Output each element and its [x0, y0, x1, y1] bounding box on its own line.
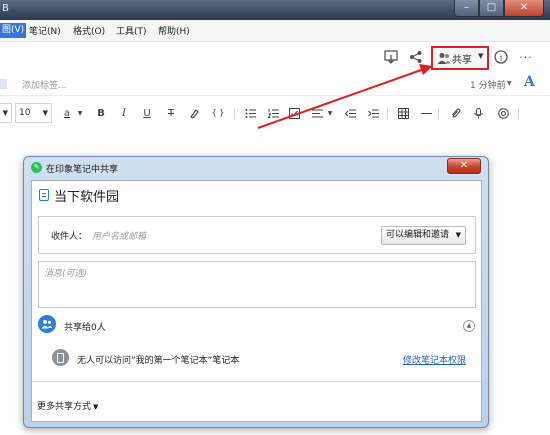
present-icon[interactable]	[383, 50, 399, 66]
notebook-tag-stub[interactable]	[0, 79, 7, 89]
notebook-access-note: 无人可以访问“我的第一个笔记本”笔记本	[77, 356, 240, 366]
code-button[interactable]: { }	[209, 108, 227, 117]
toolbar-divider	[438, 108, 439, 120]
toolbar-divider	[387, 108, 388, 120]
table-icon[interactable]	[396, 108, 410, 122]
message-placeholder: 消息(可选)	[44, 269, 88, 279]
underline-button[interactable]: U	[140, 108, 154, 119]
share-network-icon[interactable]	[408, 50, 424, 66]
font-family-select[interactable]: ▼	[0, 103, 12, 123]
note-toolbar: 共享 ▼ i ···	[0, 42, 550, 72]
permission-value: 可以编辑和邀请	[386, 230, 450, 240]
minimize-button[interactable]: –	[454, 0, 479, 17]
note-icon	[39, 189, 49, 201]
recipient-label: 收件人：	[51, 232, 88, 242]
users-icon	[437, 51, 451, 65]
shared-users-icon	[38, 315, 56, 333]
chevron-down-icon: ▼	[93, 403, 99, 411]
change-notebook-permissions-link[interactable]: 修改笔记本权限	[403, 353, 466, 366]
dialog-title: 在印象笔记中共享	[46, 165, 119, 175]
chevron-down-icon: ▼	[2, 109, 8, 117]
toolbar-divider	[518, 108, 519, 120]
menu-bar: 图(V) 笔记(N) 格式(O) 工具(T) 帮助(H)	[0, 20, 550, 42]
italic-button[interactable]: I	[117, 108, 131, 119]
toolbar-divider	[234, 108, 235, 120]
recipient-row: 收件人： 用户名或邮箱 可以编辑和邀请 ▼	[38, 216, 476, 254]
numbered-list-icon[interactable]	[266, 108, 280, 122]
menu-view[interactable]: 图(V)	[0, 23, 27, 38]
window-titlebar: B – □ ✕	[0, 0, 550, 20]
chevron-down-icon: ▼	[455, 231, 461, 239]
chevron-down-icon: ▼	[507, 80, 512, 87]
indent-icon[interactable]	[366, 108, 380, 122]
share-dialog: ✎ 在印象笔记中共享 ✕ 当下软件园 收件人： 用户名或邮箱 可以编辑和邀请 ▼…	[23, 156, 489, 428]
message-field[interactable]: 消息(可选)	[38, 261, 476, 308]
window-title: B	[2, 3, 9, 14]
strikethrough-button[interactable]: T	[164, 108, 178, 119]
bullet-list-icon[interactable]	[243, 108, 257, 122]
dialog-divider	[32, 381, 481, 382]
menu-tools[interactable]: 工具(T)	[116, 24, 147, 37]
camera-icon[interactable]	[496, 108, 510, 122]
bold-button[interactable]: B	[94, 108, 108, 119]
font-style-icon[interactable]: A	[524, 74, 535, 90]
menu-note[interactable]: 笔记(N)	[29, 24, 61, 37]
dialog-titlebar: ✎ 在印象笔记中共享 ✕	[24, 157, 488, 179]
window-controls: – □ ✕	[454, 0, 544, 18]
add-tag-input[interactable]: 添加标签...	[22, 78, 67, 91]
text-color-icon[interactable]: a	[60, 108, 74, 119]
share-button-label: 共享	[452, 55, 472, 66]
more-icon[interactable]: ···	[518, 50, 534, 66]
font-size-select[interactable]: 10 ▼	[15, 103, 52, 123]
format-toolbar: ▼ 10 ▼ a ▼ B I U T { } ▼	[0, 96, 550, 132]
checkbox-icon[interactable]	[287, 108, 301, 122]
outdent-icon[interactable]	[343, 108, 357, 122]
attachment-icon[interactable]	[448, 108, 462, 122]
chevron-down-icon[interactable]: ▼	[323, 110, 337, 117]
font-size-value: 10	[19, 108, 31, 118]
chevron-down-icon: ▼	[478, 52, 484, 60]
align-icon[interactable]	[310, 108, 324, 122]
chevron-down-icon[interactable]: ▼	[73, 110, 87, 117]
maximize-button[interactable]: □	[479, 0, 504, 17]
info-icon[interactable]: i	[493, 50, 509, 66]
dialog-close-button[interactable]: ✕	[447, 158, 481, 174]
permission-select[interactable]: 可以编辑和邀请 ▼	[381, 226, 466, 245]
chevron-up-icon[interactable]: ▲	[463, 320, 475, 332]
dialog-body: 当下软件园 收件人： 用户名或邮箱 可以编辑和邀请 ▼ 消息(可选) 共享给0人…	[31, 180, 482, 422]
horizontal-rule-icon[interactable]	[419, 108, 433, 122]
share-button[interactable]: 共享 ▼	[431, 46, 489, 70]
more-share-options[interactable]: 更多共享方式 ▼	[37, 399, 98, 412]
notebook-lock-icon	[52, 349, 69, 366]
close-button[interactable]: ✕	[504, 0, 544, 17]
chevron-down-icon: ▼	[42, 109, 48, 117]
last-edited-time[interactable]: 1 分钟前	[470, 78, 506, 91]
menu-help[interactable]: 帮助(H)	[158, 24, 190, 37]
menu-format[interactable]: 格式(O)	[73, 24, 105, 37]
note-title: 当下软件园	[54, 190, 120, 205]
evernote-logo-icon: ✎	[31, 162, 42, 173]
shared-with-count: 共享给0人	[64, 323, 106, 333]
recipient-input[interactable]: 用户名或邮箱	[92, 229, 146, 242]
more-share-options-label: 更多共享方式	[37, 402, 92, 412]
info-glyph: i	[500, 54, 503, 63]
highlighter-icon[interactable]	[187, 108, 201, 122]
audio-icon[interactable]	[471, 108, 485, 122]
tag-row: 添加标签... 1 分钟前 ▼ A	[0, 72, 550, 96]
